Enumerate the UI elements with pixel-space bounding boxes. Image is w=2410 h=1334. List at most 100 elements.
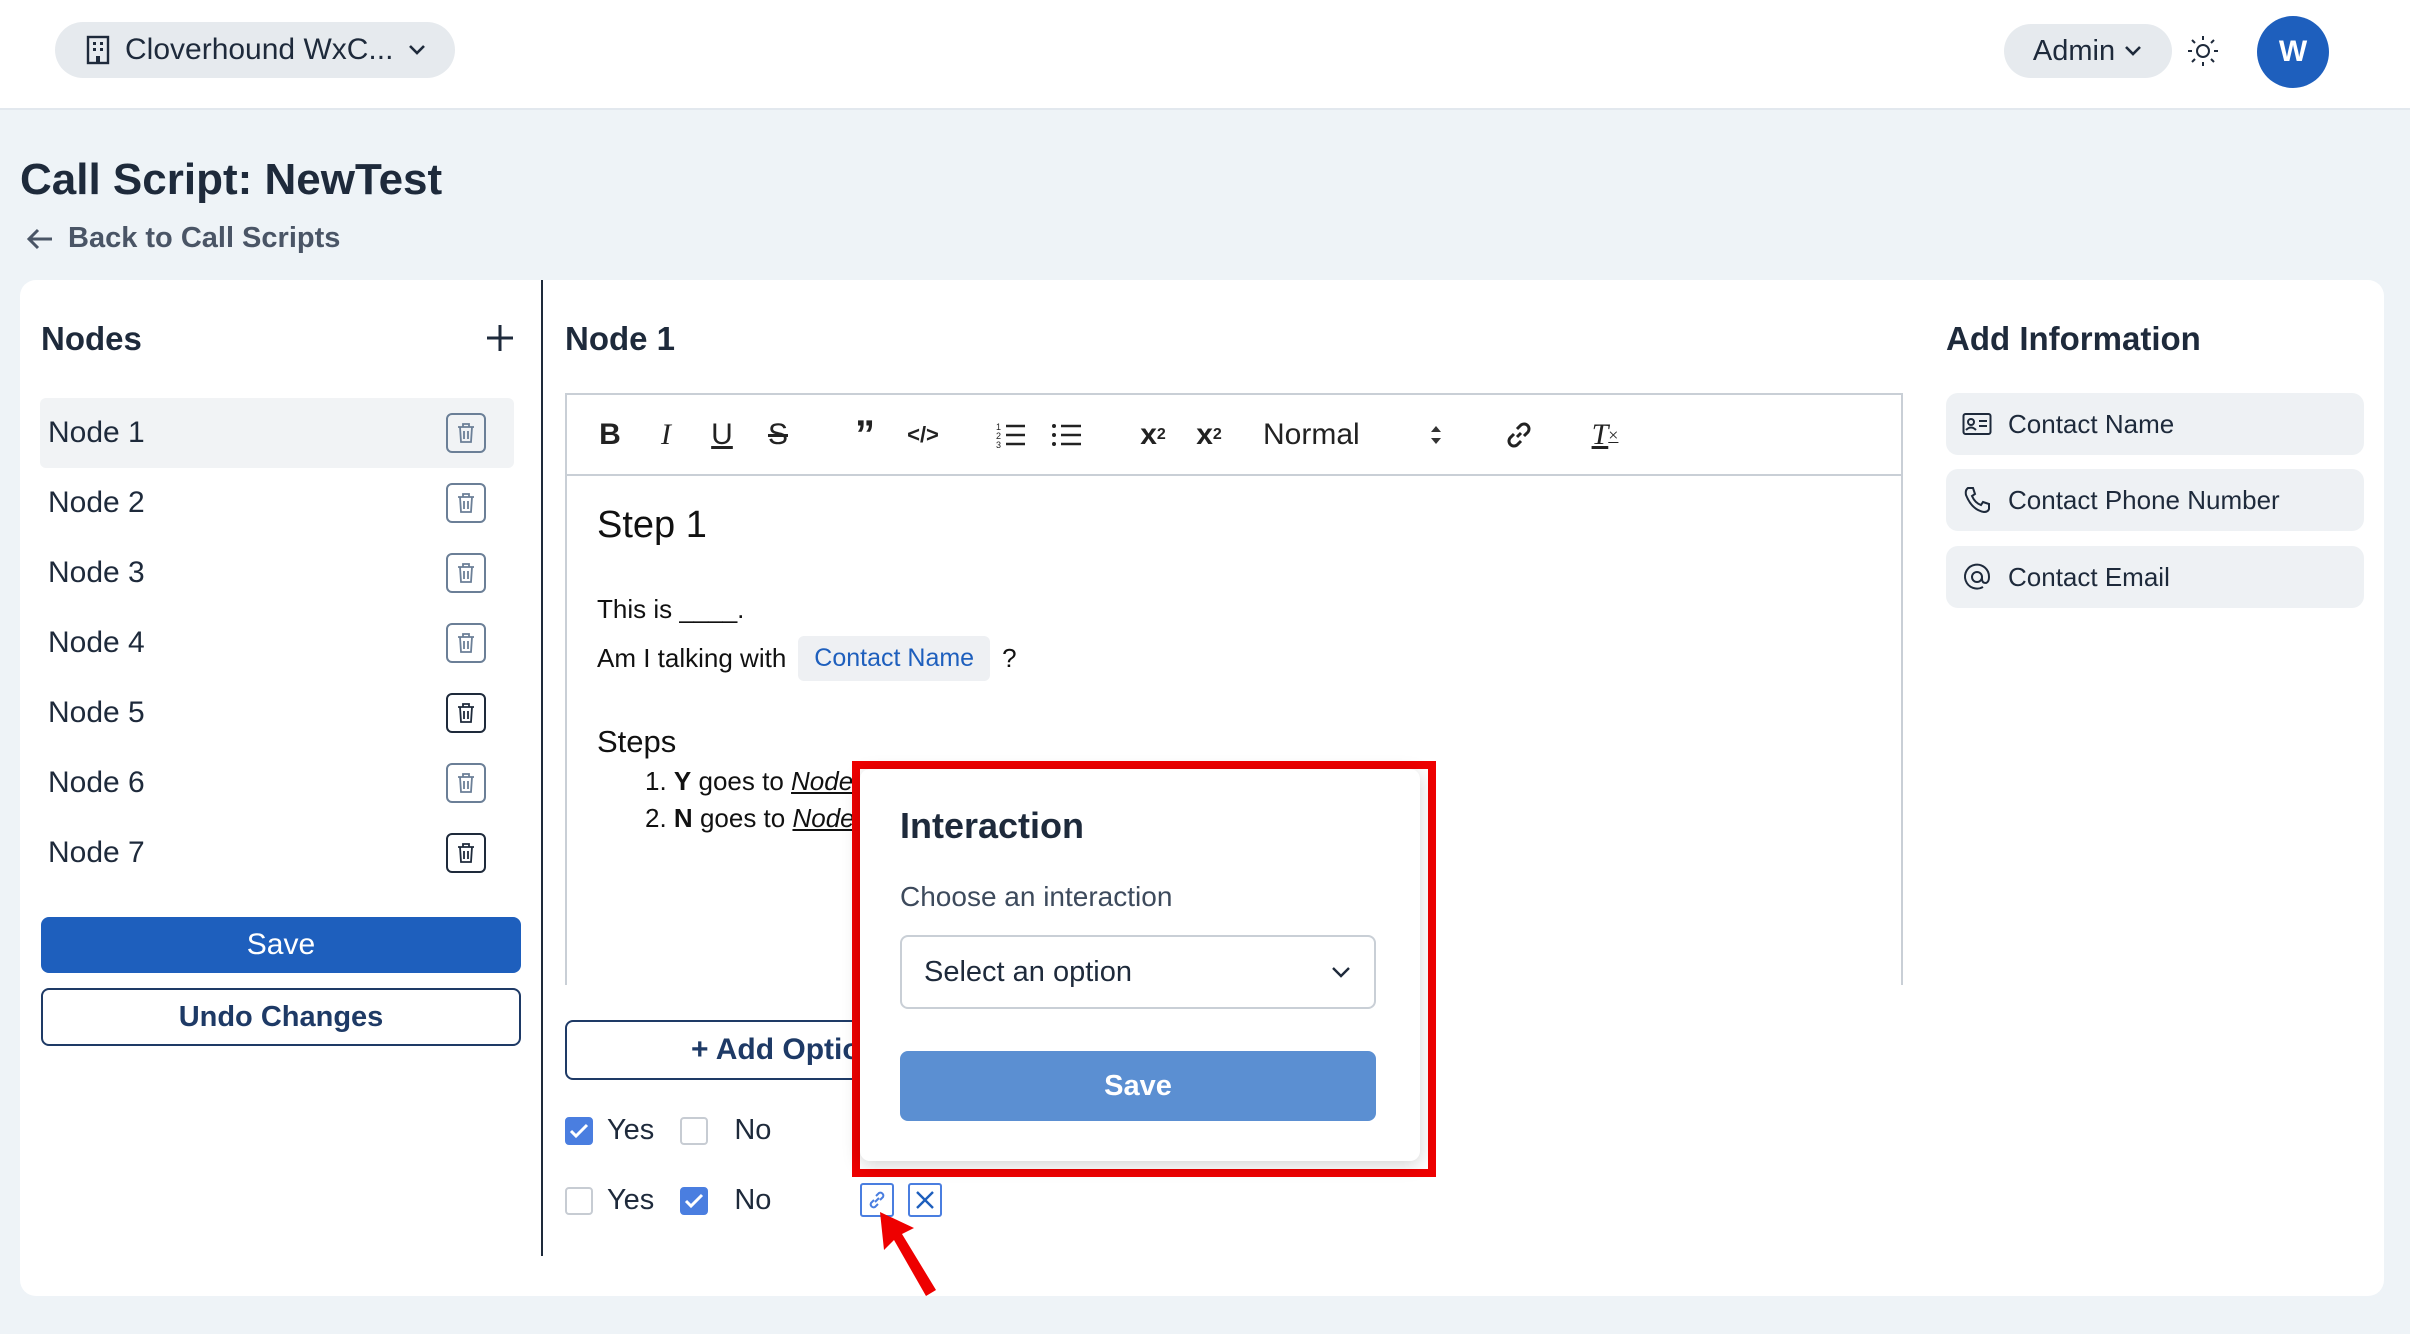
- trash-icon: [458, 843, 474, 863]
- no-checkbox[interactable]: [680, 1116, 709, 1145]
- no-label: No: [734, 1184, 772, 1216]
- step-list-item: 1. Y goes to Node: [645, 766, 853, 797]
- org-switcher[interactable]: Cloverhound WxC...: [55, 22, 455, 78]
- node-item[interactable]: Node 7: [40, 818, 514, 888]
- theme-toggle-sun-icon[interactable]: [2186, 34, 2220, 68]
- node-item[interactable]: Node 2: [40, 468, 514, 538]
- nodes-title: Nodes: [41, 320, 142, 357]
- save-nodes-button[interactable]: Save: [41, 917, 521, 973]
- panel-divider: [541, 280, 543, 1256]
- node-item[interactable]: Node 6: [40, 748, 514, 818]
- at-icon: [1964, 563, 1991, 590]
- no-checkbox[interactable]: [680, 1186, 709, 1215]
- delete-node-button[interactable]: [446, 413, 486, 453]
- option-row: Yes No: [565, 1114, 771, 1147]
- info-item-label: Contact Name: [2008, 408, 2175, 439]
- node-label: Node 7: [48, 836, 145, 869]
- subscript-icon[interactable]: x2: [1133, 413, 1173, 457]
- strikethrough-icon[interactable]: S: [761, 413, 795, 457]
- superscript-icon[interactable]: x2: [1189, 413, 1229, 457]
- step-key: Y: [673, 766, 692, 796]
- info-item-label: Contact Phone Number: [2008, 484, 2280, 515]
- trash-icon: [458, 633, 474, 653]
- bold-icon[interactable]: B: [593, 413, 627, 457]
- no-label: No: [734, 1114, 772, 1146]
- back-link[interactable]: Back to Call Scripts: [26, 222, 340, 255]
- interaction-select[interactable]: Select an option: [900, 935, 1376, 1009]
- popover-save-button[interactable]: Save: [900, 1051, 1376, 1121]
- ordered-list-icon[interactable]: 123: [991, 413, 1031, 457]
- code-icon[interactable]: </>: [903, 413, 943, 457]
- back-link-label: Back to Call Scripts: [68, 222, 341, 254]
- yes-checkbox[interactable]: [565, 1186, 593, 1215]
- node-item[interactable]: Node 1: [40, 398, 514, 468]
- page-title: Call Script: NewTest: [20, 155, 443, 204]
- heading-select-value: Normal: [1263, 418, 1360, 451]
- step-heading: Step 1: [597, 504, 707, 546]
- org-name: Cloverhound WxC...: [125, 33, 394, 66]
- chevron-down-icon: [2125, 46, 2142, 56]
- trash-icon: [458, 773, 474, 793]
- step-text: goes to: [698, 766, 784, 796]
- steps-heading: Steps: [597, 724, 677, 759]
- node-label: Node 4: [48, 626, 145, 659]
- italic-icon[interactable]: I: [649, 413, 683, 457]
- step-node-link[interactable]: Node: [792, 803, 854, 833]
- trash-icon: [458, 493, 474, 513]
- delete-node-button[interactable]: [446, 833, 486, 873]
- trash-icon: [458, 423, 474, 443]
- delete-node-button[interactable]: [446, 553, 486, 593]
- yes-label: Yes: [607, 1184, 655, 1216]
- link-icon: [869, 1191, 885, 1209]
- user-avatar[interactable]: W: [2257, 16, 2329, 88]
- yes-checkbox[interactable]: [565, 1116, 593, 1145]
- step-number: 2.: [645, 803, 667, 833]
- avatar-initial: W: [2278, 35, 2308, 68]
- role-switcher[interactable]: Admin: [2004, 24, 2172, 78]
- delete-node-button[interactable]: [446, 483, 486, 523]
- step-key: N: [673, 803, 693, 833]
- check-icon: [569, 1123, 589, 1138]
- script-line: This is ____.: [597, 594, 745, 624]
- heading-select[interactable]: Normal: [1263, 413, 1443, 457]
- line-suffix: ?: [1002, 643, 1017, 673]
- add-information-title: Add Information: [1946, 320, 2201, 357]
- step-node-link[interactable]: Node: [791, 766, 853, 796]
- chevron-down-icon: [1332, 967, 1350, 978]
- role-label: Admin: [2032, 34, 2116, 67]
- node-item[interactable]: Node 5: [40, 678, 514, 748]
- delete-node-button[interactable]: [446, 623, 486, 663]
- node-item[interactable]: Node 3: [40, 538, 514, 608]
- node-list: Node 1 Node 2 Node 3 Node 4 Node 5 Node …: [40, 398, 514, 888]
- building-icon: [86, 35, 110, 65]
- delete-node-button[interactable]: [446, 763, 486, 803]
- script-line: Am I talking with Contact Name ?: [597, 636, 1017, 681]
- interaction-select-value: Select an option: [924, 955, 1132, 988]
- node-label: Node 2: [48, 486, 145, 519]
- blockquote-icon[interactable]: ”: [847, 413, 883, 457]
- step-list-item: 2. N goes to Node: [645, 803, 855, 834]
- line-prefix: Am I talking with: [597, 643, 787, 673]
- add-node-plus-icon[interactable]: [484, 322, 516, 354]
- editor-content[interactable]: Step 1 This is ____. Am I talking with C…: [567, 476, 1901, 833]
- trash-icon: [458, 563, 474, 583]
- contact-name-chip[interactable]: Contact Name: [798, 636, 991, 681]
- editor-toolbar: B I U S ” </> 123 x2 x2 Normal T ×: [567, 395, 1901, 476]
- step-number: 1.: [645, 766, 667, 796]
- option-row: Yes No: [565, 1184, 771, 1217]
- undo-changes-button[interactable]: Undo Changes: [41, 988, 521, 1046]
- node-item[interactable]: Node 4: [40, 608, 514, 678]
- trash-icon: [458, 703, 474, 723]
- add-contact-email-button[interactable]: Contact Email: [1946, 546, 2364, 608]
- add-contact-phone-button[interactable]: Contact Phone Number: [1946, 469, 2364, 531]
- underline-icon[interactable]: U: [705, 413, 739, 457]
- node-label: Node 5: [48, 696, 145, 729]
- add-contact-name-button[interactable]: Contact Name: [1946, 393, 2364, 455]
- clear-format-icon[interactable]: T ×: [1585, 413, 1625, 457]
- phone-icon: [1964, 487, 1990, 514]
- delete-node-button[interactable]: [446, 693, 486, 733]
- link-icon[interactable]: [1499, 413, 1539, 457]
- yes-label: Yes: [607, 1114, 655, 1146]
- bullet-list-icon[interactable]: [1047, 413, 1087, 457]
- interaction-popover: Interaction Choose an interaction Select…: [860, 769, 1420, 1161]
